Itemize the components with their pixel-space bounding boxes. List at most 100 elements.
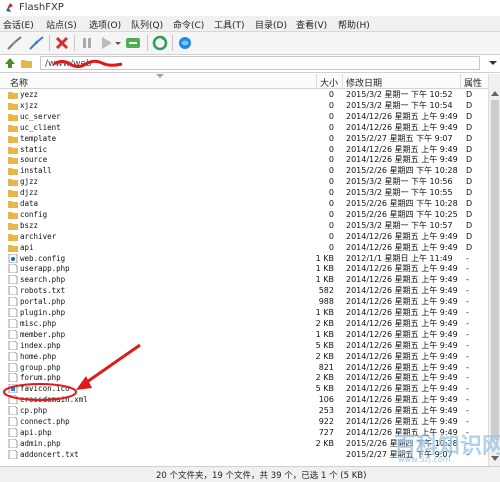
scrollbar-thumb[interactable]	[491, 100, 499, 440]
file-row[interactable]: uc_client 0 2014/12/26 星期五 上午 9:49 D	[0, 122, 488, 133]
file-row[interactable]: forum.php 2 KB 2014/12/26 星期五 上午 9:49-	[0, 372, 488, 383]
file-attr: D	[466, 231, 473, 241]
file-size: 0	[328, 177, 334, 187]
file-row[interactable]: portal.php 988 2014/12/26 星期五 上午 9:49-	[0, 296, 488, 307]
column-divider[interactable]	[316, 74, 317, 88]
file-row[interactable]: static 0 2014/12/26 星期五 上午 9:49 D	[0, 144, 488, 155]
file-row[interactable]: cp.php 253 2014/12/26 星期五 上午 9:49-	[0, 405, 488, 416]
file-size: 0	[328, 122, 334, 132]
file-attr: D	[466, 122, 473, 132]
file-date: 2015/3/2 星期一 下午 10:52	[346, 90, 453, 99]
title-bar: FlashFXP	[0, 0, 500, 16]
file-size: 5 KB	[315, 340, 334, 350]
file-row[interactable]: group.php 821 2014/12/26 星期五 上午 9:49-	[0, 362, 488, 373]
file-row[interactable]: connect.php 922 2014/12/26 星期五 上午 9:49-	[0, 416, 488, 427]
toolbar	[0, 32, 500, 55]
file-date: 2015/2/27 星期五 下午 9:07	[346, 133, 453, 143]
file-row[interactable]: xjzz 0 2015/3/2 星期一 下午 10:54 D	[0, 100, 488, 111]
file-row[interactable]: yezz 0 2015/3/2 星期一 下午 10:52 D	[0, 89, 488, 100]
file-row[interactable]: userapp.php 1 KB 2014/12/26 星期五 上午 9:49-	[0, 263, 488, 274]
site-manager-icon[interactable]	[176, 34, 194, 52]
file-row[interactable]: robots.txt 582 2014/12/26 星期五 上午 9:49-	[0, 285, 488, 296]
menu-view[interactable]: 查看(V)	[296, 18, 327, 31]
file-attr: D	[466, 155, 473, 165]
file-row[interactable]: plugin.php 1 KB 2014/12/26 星期五 上午 9:49-	[0, 307, 488, 318]
file-date: 2014/12/26 星期五 上午 9:49	[346, 417, 458, 426]
file-size: 0	[328, 133, 334, 143]
menu-queue[interactable]: 队列(Q)	[131, 18, 163, 31]
menu-help[interactable]: 帮助(H)	[338, 18, 370, 31]
file-name: data	[20, 199, 39, 208]
column-attr-header[interactable]: 属性	[464, 76, 482, 89]
chevron-down-icon[interactable]	[488, 59, 498, 67]
file-row[interactable]: search.php 1 KB 2014/12/26 星期五 上午 9:49-	[0, 274, 488, 285]
column-size-header[interactable]: 大小	[320, 76, 338, 89]
file-attr: -	[466, 308, 469, 317]
file-row[interactable]: template 0 2015/2/27 星期五 下午 9:07 D	[0, 133, 488, 144]
scroll-up-arrow-icon[interactable]	[491, 90, 499, 96]
file-name: userapp.php	[20, 264, 70, 274]
file-row[interactable]: archiver 0 2014/12/26 星期五 上午 9:49 D	[0, 231, 488, 242]
nav-up-icon[interactable]	[4, 57, 16, 69]
config-file-icon	[8, 253, 18, 263]
watermark-url: www.5zj.com	[398, 455, 451, 464]
column-date-header[interactable]: 修改日期	[346, 76, 382, 89]
menu-commands[interactable]: 命令(C)	[173, 18, 204, 31]
file-row[interactable]: api 0 2014/12/26 星期五 上午 9:49 D	[0, 242, 488, 253]
file-name: uc_server	[20, 111, 61, 121]
file-row[interactable]: home.php 2 KB 2014/12/26 星期五 上午 9:49-	[0, 351, 488, 362]
path-bar: /www/web	[0, 55, 500, 73]
file-row[interactable]: bszz 0 2015/3/2 星期一 下午 10:57 D	[0, 220, 488, 231]
file-row[interactable]: gjzz 0 2015/3/2 星期一 下午 10:56 D	[0, 176, 488, 187]
file-row[interactable]: data 0 2015/2/26 星期四 下午 10:28 D	[0, 198, 488, 209]
folder-icon	[8, 222, 18, 230]
menu-session[interactable]: 会话(E)	[3, 18, 34, 31]
file-row[interactable]: index.php 5 KB 2014/12/26 星期五 上午 9:49-	[0, 340, 488, 351]
file-name: robots.txt	[20, 286, 66, 296]
file-size: 1 KB	[315, 264, 334, 274]
file-row[interactable]: web.config 1 KB 2012/1/1 星期日 上午 11:49 -	[0, 253, 488, 264]
file-row[interactable]: favicon.ico 5 KB 2014/12/26 星期五 上午 9:49-	[0, 383, 488, 394]
file-size: 2 KB	[315, 351, 334, 361]
file-size: 2 KB	[315, 318, 334, 328]
pause-icon[interactable]	[78, 34, 96, 52]
menu-options[interactable]: 选项(O)	[89, 18, 121, 31]
column-name-header[interactable]: 名称	[10, 76, 28, 89]
file-attr: -	[466, 384, 469, 394]
refresh-icon[interactable]	[151, 34, 169, 52]
chevron-down-icon[interactable]	[114, 34, 122, 52]
column-divider[interactable]	[342, 74, 343, 88]
flashfxp-logo-icon	[6, 3, 13, 12]
file-row[interactable]: crossdomain.xml 106 2014/12/26 星期五 上午 9:49…	[0, 394, 488, 405]
menu-directory[interactable]: 目录(D)	[255, 18, 287, 31]
file-row[interactable]: config 0 2015/2/26 星期四 下午 10:25 D	[0, 209, 488, 220]
file-attr: D	[466, 242, 473, 252]
menu-tools[interactable]: 工具(T)	[214, 18, 245, 31]
file-size: 1 KB	[315, 308, 334, 317]
file-name: favicon.ico	[20, 384, 70, 394]
file-name: portal.php	[20, 297, 66, 307]
file-list-header: 名称 大小 修改日期 属性	[0, 74, 500, 89]
transfer-icon[interactable]	[124, 34, 142, 52]
file-date: 2015/3/2 星期一 下午 10:54	[346, 100, 453, 110]
file-row[interactable]: djzz 0 2015/3/2 星期一 下午 10:55 D	[0, 187, 488, 198]
connect-icon[interactable]	[6, 34, 24, 52]
quick-connect-icon[interactable]	[28, 34, 46, 52]
file-name: index.php	[20, 340, 61, 350]
file-row[interactable]: member.php 1 KB 2014/12/26 星期五 上午 9:49-	[0, 329, 488, 340]
column-divider[interactable]	[460, 74, 461, 88]
disconnect-icon[interactable]	[53, 34, 71, 52]
file-name: archiver	[20, 231, 57, 241]
file-attr: D	[466, 133, 473, 143]
file-attr: -	[466, 373, 469, 383]
bookmark-icon[interactable]	[20, 57, 33, 69]
file-row[interactable]: uc_server 0 2014/12/26 星期五 上午 9:49 D	[0, 111, 488, 122]
file-row[interactable]: source 0 2014/12/26 星期五 上午 9:49 D	[0, 154, 488, 165]
menu-site[interactable]: 站点(S)	[46, 18, 77, 31]
vertical-scrollbar[interactable]	[488, 74, 500, 466]
file-row[interactable]: misc.php 2 KB 2014/12/26 星期五 上午 9:49-	[0, 318, 488, 329]
file-size: 922	[318, 417, 334, 426]
file-row[interactable]: install 0 2015/2/26 星期四 下午 10:28 D	[0, 165, 488, 176]
file-date: 2015/2/26 星期四 下午 10:25	[346, 209, 458, 219]
file-date: 2014/12/26 星期五 上午 9:49	[346, 155, 458, 165]
